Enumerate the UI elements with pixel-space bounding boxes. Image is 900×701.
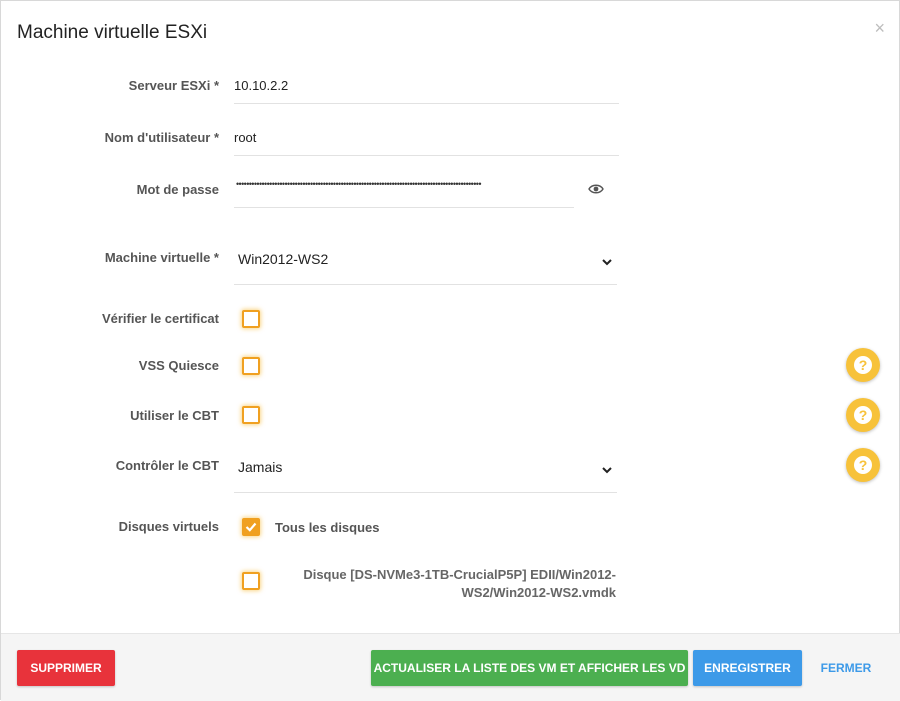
close-icon[interactable]: × [874,19,885,37]
password-label: Mot de passe [136,182,219,197]
all-disks-checkbox[interactable] [242,518,260,536]
vm-select[interactable]: Win2012-WS2 [234,251,617,285]
disk1-label: Disque [DS-NVMe3-1TB-CrucialP5P] EDII/Wi… [303,567,616,600]
use-cbt-checkbox[interactable] [242,406,260,424]
esxi-vm-dialog: Machine virtuelle ESXi × Serveur ESXi * … [0,0,900,701]
save-button[interactable]: ENREGISTRER [693,650,802,686]
dialog-title: Machine virtuelle ESXi [17,22,208,43]
all-disks-label: Tous les disques [275,520,380,535]
help-button[interactable]: ? [846,448,880,482]
password-masked-value: ••••••••••••••••••••••••••••••••••••••••… [236,179,481,189]
vm-selected-value: Win2012-WS2 [238,251,329,267]
close-button[interactable]: FERMER [813,650,879,686]
check-icon [245,522,257,532]
chevron-down-icon [602,467,612,474]
help-icon: ? [854,406,872,424]
help-icon: ? [854,456,872,474]
virtual-disks-label: Disques virtuels [118,519,219,534]
server-label: Serveur ESXi * [128,78,219,93]
vss-quiesce-label: VSS Quiesce [138,358,219,373]
delete-button[interactable]: SUPPRIMER [17,650,115,686]
check-cbt-selected-value: Jamais [238,459,283,475]
password-input[interactable]: ••••••••••••••••••••••••••••••••••••••••… [234,179,574,208]
use-cbt-label: Utiliser le CBT [130,408,219,423]
username-label: Nom d'utilisateur * [104,130,219,145]
dialog-footer: SUPPRIMER ACTUALISER LA LISTE DES VM ET … [1,633,900,701]
vss-quiesce-checkbox[interactable] [242,357,260,375]
username-input[interactable]: root [234,130,619,156]
server-input[interactable]: 10.10.2.2 [234,78,619,104]
vm-label: Machine virtuelle * [104,250,219,265]
check-cbt-select[interactable]: Jamais [234,459,617,493]
help-button[interactable]: ? [846,348,880,382]
help-button[interactable]: ? [846,398,880,432]
help-icon: ? [854,356,872,374]
username-value: root [234,130,257,145]
verify-cert-checkbox[interactable] [242,310,260,328]
refresh-vm-list-button[interactable]: ACTUALISER LA LISTE DES VM ET AFFICHER L… [371,650,688,686]
chevron-down-icon [602,259,612,266]
server-value: 10.10.2.2 [234,78,289,93]
check-cbt-label: Contrôler le CBT [115,458,219,473]
disk1-checkbox[interactable] [242,572,260,590]
eye-icon[interactable] [588,182,604,196]
verify-cert-label: Vérifier le certificat [101,311,219,326]
